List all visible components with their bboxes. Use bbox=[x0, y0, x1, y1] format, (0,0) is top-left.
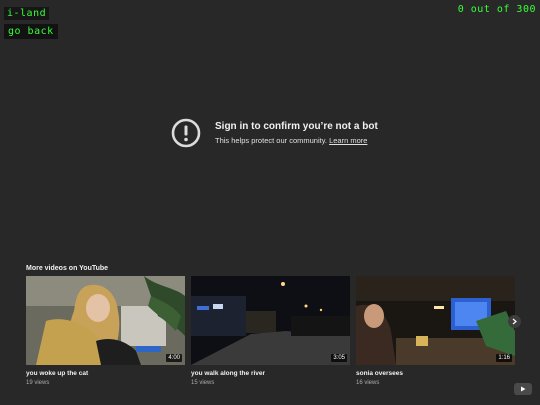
alert-circle-icon bbox=[171, 118, 201, 148]
video-card[interactable]: 1:16 sonia oversees 16 views bbox=[356, 276, 515, 386]
notice-title: Sign in to confirm you’re not a bot bbox=[215, 121, 378, 132]
learn-more-link[interactable]: Learn more bbox=[329, 136, 367, 145]
video-title[interactable]: you walk along the river bbox=[191, 370, 350, 377]
notice-message-line: This helps protect our community. Learn … bbox=[215, 136, 378, 145]
video-thumbnail[interactable]: 4:00 bbox=[26, 276, 185, 365]
go-back-button[interactable]: go back bbox=[4, 24, 58, 39]
video-card[interactable]: 4:00 you woke up the cat 19 views bbox=[26, 276, 185, 386]
notice-message: This helps protect our community. bbox=[215, 136, 327, 145]
bot-check-notice: Sign in to confirm you’re not a bot This… bbox=[171, 118, 378, 148]
video-duration: 1:16 bbox=[496, 354, 512, 362]
youtube-logo-icon[interactable] bbox=[514, 383, 532, 395]
video-title[interactable]: sonia oversees bbox=[356, 370, 515, 377]
app-title: i-land bbox=[4, 7, 50, 20]
video-thumbnail[interactable]: 1:16 bbox=[356, 276, 515, 365]
video-thumbnail[interactable]: 3:05 bbox=[191, 276, 350, 365]
video-title[interactable]: you woke up the cat bbox=[26, 370, 185, 377]
chevron-right-icon[interactable] bbox=[508, 315, 521, 328]
more-videos-label: More videos on YouTube bbox=[26, 265, 109, 272]
progress-counter: 0 out of 300 bbox=[457, 4, 536, 15]
video-duration: 4:00 bbox=[166, 354, 182, 362]
video-views: 19 views bbox=[26, 380, 50, 386]
video-views: 15 views bbox=[191, 380, 215, 386]
video-card[interactable]: 3:05 you walk along the river 15 views bbox=[191, 276, 350, 386]
video-views: 16 views bbox=[356, 380, 380, 386]
video-duration: 3:05 bbox=[331, 354, 347, 362]
